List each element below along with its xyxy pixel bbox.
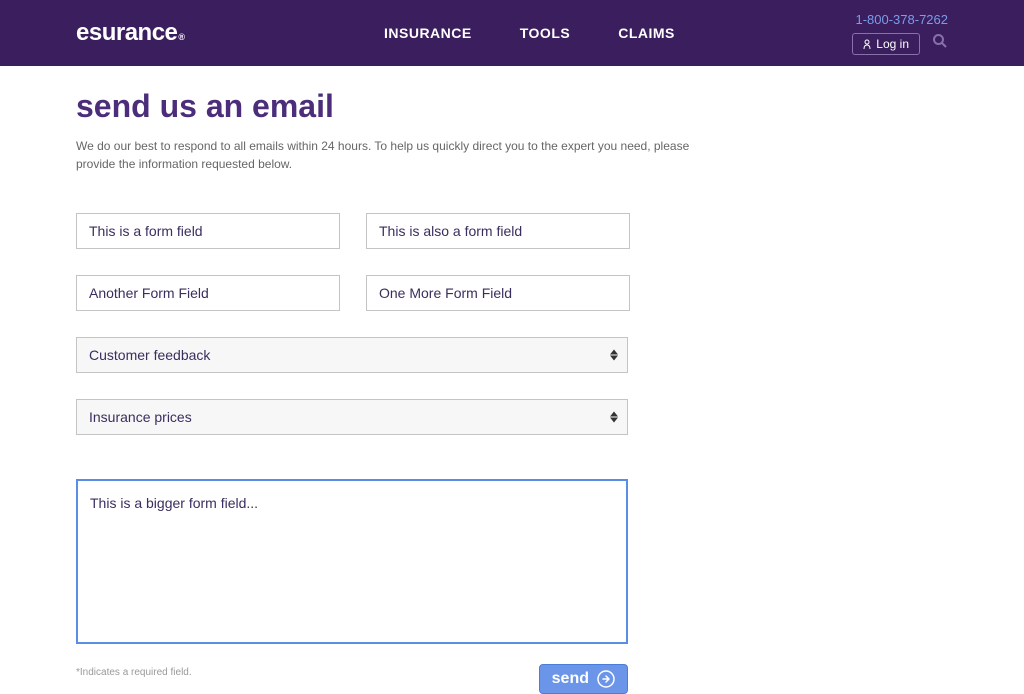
select-wrap-2: Insurance prices [76, 399, 628, 435]
send-label: send [552, 670, 589, 688]
page-title: send us an email [76, 88, 948, 125]
form-field-2[interactable] [366, 213, 630, 249]
topic-select[interactable]: Insurance prices [76, 399, 628, 435]
form-row-2 [76, 275, 948, 311]
header-actions: Log in [852, 33, 948, 55]
nav-insurance[interactable]: INSURANCE [384, 25, 472, 41]
brand-name: esurance [76, 19, 177, 47]
brand-logo[interactable]: esurance® [76, 19, 185, 47]
subject-select[interactable]: Customer feedback [76, 337, 628, 373]
form-field-1[interactable] [76, 213, 340, 249]
user-icon [863, 39, 871, 49]
header: esurance® INSURANCE TOOLS CLAIMS 1-800-3… [0, 0, 1024, 66]
main-content: send us an email We do our best to respo… [0, 66, 1024, 694]
form-field-3[interactable] [76, 275, 340, 311]
select-wrap-1: Customer feedback [76, 337, 628, 373]
nav-tools[interactable]: TOOLS [520, 25, 570, 41]
registered-mark: ® [178, 32, 184, 42]
header-right: 1-800-378-7262 Log in [852, 12, 948, 55]
form-field-4[interactable] [366, 275, 630, 311]
form-row-1 [76, 213, 948, 249]
arrow-right-circle-icon [597, 670, 615, 688]
search-icon[interactable] [932, 33, 948, 54]
send-button[interactable]: send [539, 664, 628, 694]
login-label: Log in [876, 37, 909, 51]
phone-number[interactable]: 1-800-378-7262 [855, 12, 948, 27]
main-nav: INSURANCE TOOLS CLAIMS [384, 25, 675, 41]
login-button[interactable]: Log in [852, 33, 920, 55]
page-subtitle: We do our best to respond to all emails … [76, 137, 716, 173]
message-textarea[interactable] [76, 479, 628, 644]
nav-claims[interactable]: CLAIMS [618, 25, 675, 41]
